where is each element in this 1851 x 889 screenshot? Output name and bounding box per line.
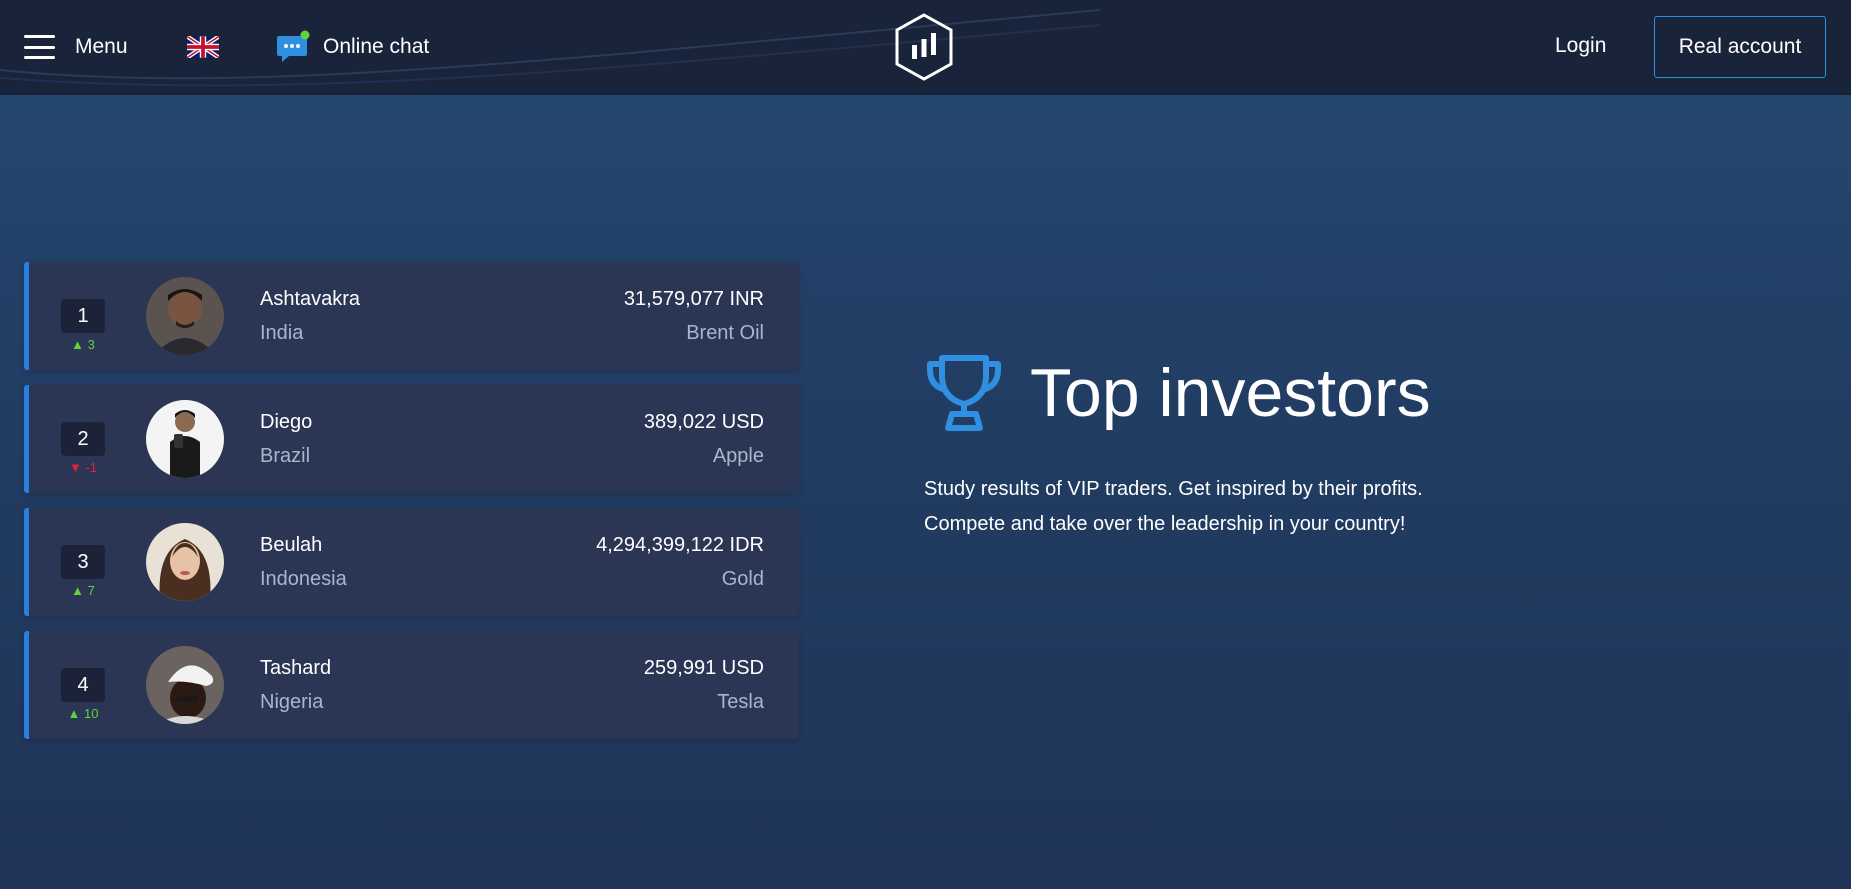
hero-description-line-2: Compete and take over the leadership in … <box>924 513 1406 535</box>
real-account-button[interactable]: Real account <box>1654 16 1826 78</box>
traded-asset: Tesla <box>717 691 764 713</box>
leaderboard: 1 ▲ 3 Ashtavakra India 31,579,077 INR Br… <box>24 262 799 754</box>
chat-bubble-icon <box>277 30 310 62</box>
uk-flag-icon[interactable] <box>187 36 219 58</box>
rank-change: ▲ 3 <box>71 337 95 352</box>
rank-change: ▲ 7 <box>71 583 95 598</box>
hamburger-icon <box>24 35 55 59</box>
login-link[interactable]: Login <box>1555 34 1606 58</box>
triangle-up-icon: ▲ <box>67 706 84 721</box>
profit-amount: 31,579,077 INR <box>623 288 764 310</box>
rank-badge: 2 <box>61 422 105 456</box>
trophy-icon <box>927 355 1001 431</box>
online-chat-button[interactable]: Online chat <box>277 30 429 64</box>
profit-amount: 4,294,399,122 IDR <box>596 534 764 556</box>
page-title: Top investors <box>1030 355 1431 431</box>
top-header: Menu Online chat Login Real account <box>0 0 1851 95</box>
traded-asset: Apple <box>712 445 764 467</box>
menu-label: Menu <box>75 35 128 58</box>
hero-description: Study results of VIP traders. Get inspir… <box>924 472 1624 542</box>
leaderboard-row[interactable]: 2 ▼ -1 Diego Brazil 389,022 USD Apple <box>24 385 799 493</box>
avatar <box>146 523 224 601</box>
avatar <box>146 277 224 355</box>
investor-name: Diego <box>260 411 313 433</box>
avatar <box>146 400 224 478</box>
profit-amount: 389,022 USD <box>643 411 764 433</box>
traded-asset: Gold <box>721 568 764 590</box>
online-chat-label: Online chat <box>323 35 430 58</box>
investor-country: India <box>260 322 304 344</box>
investor-country: Brazil <box>260 445 311 467</box>
hero-section: Top investors Study results of VIP trade… <box>924 352 1624 542</box>
hexagon-bars-logo[interactable] <box>893 12 955 82</box>
profit-amount: 259,991 USD <box>643 657 764 679</box>
leaderboard-row[interactable]: 1 ▲ 3 Ashtavakra India 31,579,077 INR Br… <box>24 262 799 370</box>
investor-country: Indonesia <box>260 568 347 590</box>
leaderboard-row[interactable]: 3 ▲ 7 Beulah Indonesia 4,294,399,122 IDR… <box>24 508 799 616</box>
rank-badge: 1 <box>61 299 105 333</box>
rank-badge: 3 <box>61 545 105 579</box>
investor-name: Tashard <box>260 657 332 679</box>
rank-badge: 4 <box>61 668 105 702</box>
triangle-down-icon: ▼ <box>68 460 86 475</box>
triangle-up-icon: ▲ <box>71 337 88 352</box>
investor-country: Nigeria <box>260 691 324 713</box>
rank-change: ▲ 10 <box>67 706 99 721</box>
menu-button[interactable]: Menu <box>24 30 128 64</box>
investor-name: Beulah <box>260 534 323 556</box>
hero-description-line-1: Study results of VIP traders. Get inspir… <box>924 478 1423 500</box>
investor-name: Ashtavakra <box>260 288 361 310</box>
leaderboard-row[interactable]: 4 ▲ 10 Tashard Nigeria 259,991 USD Tesla <box>24 631 799 739</box>
avatar <box>146 646 224 724</box>
triangle-up-icon: ▲ <box>71 583 88 598</box>
hero-title-row: Top investors <box>924 352 1624 434</box>
rank-change: ▼ -1 <box>68 460 98 475</box>
traded-asset: Brent Oil <box>686 322 764 344</box>
